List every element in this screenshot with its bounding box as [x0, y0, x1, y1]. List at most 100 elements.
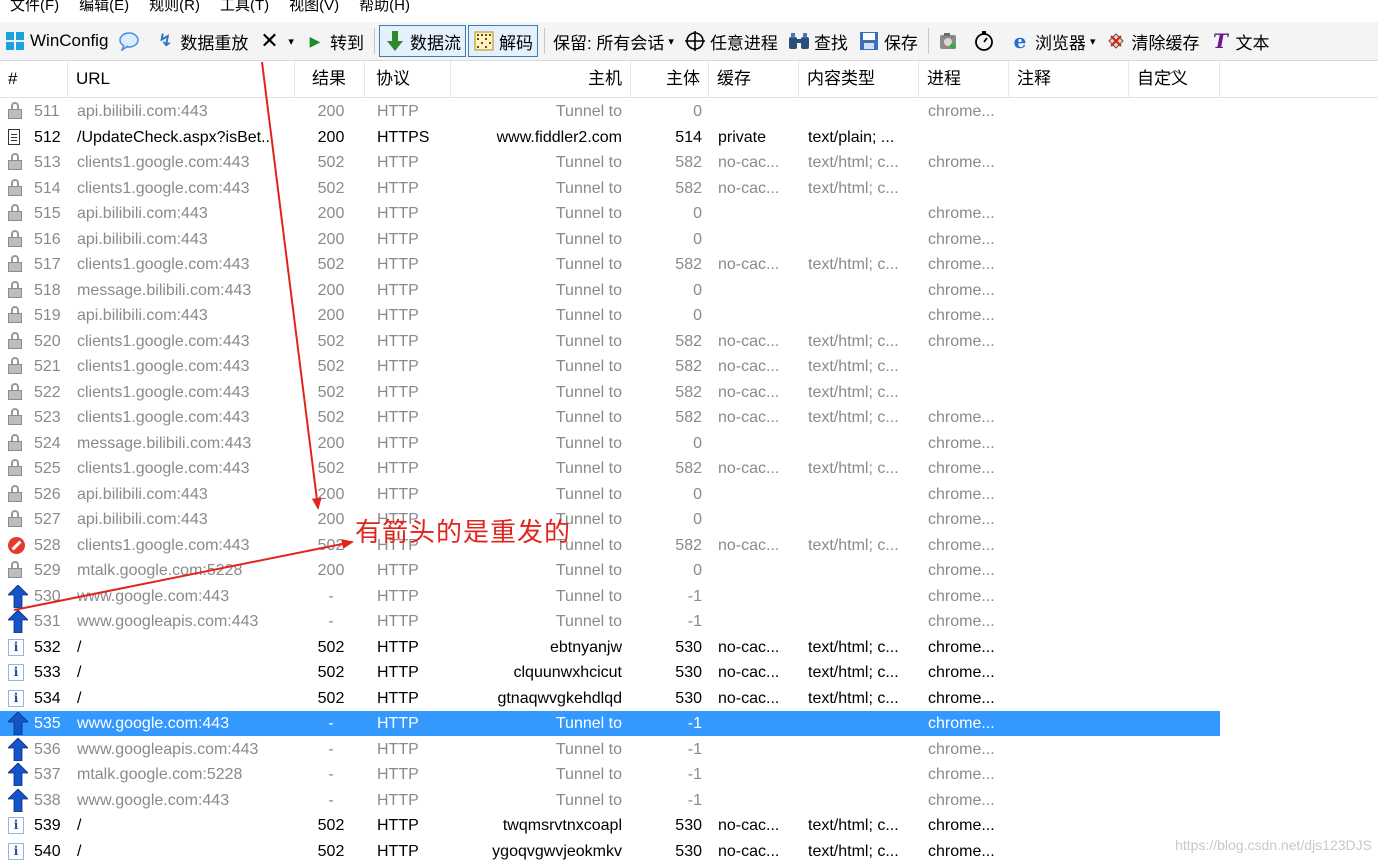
row-caching [718, 227, 802, 252]
table-row[interactable]: i 540 / 502 HTTP ygoqvgwvjeokmkv 530 no-cac... t… [0, 839, 1220, 861]
column-content-type[interactable]: 内容类型 [799, 61, 919, 97]
table-row[interactable]: 530 www.google.com:443 - HTTP Tunnel to -1 chr… [0, 583, 1220, 609]
menu-help[interactable]: 帮助(H) [349, 0, 420, 14]
row-result: 502 [317, 638, 345, 656]
menu-tools[interactable]: 工具(T) [210, 0, 279, 14]
row-caching [718, 99, 802, 124]
table-row[interactable]: 515 api.bilibili.com:443 200 HTTP Tunnel to 0… [0, 201, 1220, 226]
table-row[interactable]: 523 clients1.google.com:443 502 HTTP Tunnel … [0, 405, 1220, 430]
text-wizard-button[interactable]: T 文本 [1205, 25, 1273, 57]
row-number: 524 [34, 434, 61, 452]
table-row[interactable]: 520 clients1.google.com:443 502 HTTP Tunnel … [0, 329, 1220, 354]
row-host: Tunnel to [555, 613, 622, 630]
menu-file[interactable]: 文件(F) [0, 0, 69, 14]
clear-cache-button[interactable]: 清除缓存 [1101, 25, 1203, 57]
up-arrow-icon [8, 762, 30, 787]
row-caching: no-cac... [718, 817, 780, 834]
row-host: www.fiddler2.com [496, 128, 622, 146]
table-row[interactable]: 535 www.google.com:443 - HTTP Tunnel to -1 chr… [0, 711, 1220, 736]
remove-button[interactable]: ✕ ▾ [254, 25, 298, 57]
row-url: www.google.com:443 [77, 715, 230, 732]
replay-button[interactable]: ↯ 数据重放 [150, 25, 252, 57]
table-row[interactable]: 512/UpdateCheck.aspx?isBet... 200 HTTPS www… [0, 125, 1220, 150]
screenshot-button[interactable] [933, 25, 967, 57]
column-url[interactable]: URL [68, 61, 295, 97]
column-caching[interactable]: 缓存 [709, 61, 799, 97]
row-number: 513 [34, 154, 61, 171]
table-row[interactable]: 518 message.bilibili.com:443 200 HTTP Tunnel… [0, 278, 1220, 303]
table-row[interactable]: 526 api.bilibili.com:443 200 HTTP Tunnel to 0… [0, 482, 1220, 507]
table-row[interactable]: 519 api.bilibili.com:443 200 HTTP Tunnel to 0… [0, 303, 1220, 328]
table-row[interactable]: 513 clients1.google.com:443 502 HTTP Tunnel … [0, 150, 1220, 175]
row-content-type: text/html; c... [808, 179, 899, 197]
row-body-size: 530 [675, 842, 702, 860]
row-content-type: text/html; c... [808, 460, 899, 477]
find-button[interactable]: 查找 [784, 25, 852, 57]
table-row[interactable]: 536 www.googleapis.com:443 - HTTP Tunnel to -… [0, 736, 1220, 762]
table-row[interactable]: 525 clients1.google.com:443 502 HTTP Tunnel … [0, 456, 1220, 481]
keep-sessions-dropdown[interactable]: 保留: 所有会话 ▾ [549, 25, 678, 57]
row-caching [718, 737, 802, 762]
column-protocol[interactable]: 协议 [365, 61, 451, 97]
table-row[interactable]: 538 www.google.com:443 - HTTP Tunnel to -1 chr… [0, 787, 1220, 813]
menu-rules[interactable]: 规则(R) [139, 0, 210, 14]
table-row[interactable]: 521 clients1.google.com:443 502 HTTP Tunnel … [0, 354, 1220, 379]
table-row[interactable]: i 539 / 502 HTTP twqmsrvtnxcoapl 530 no-cac... t… [0, 813, 1220, 838]
table-row[interactable]: i 532 / 502 HTTP ebtnyanjw 530 no-cac... text/ht… [0, 635, 1220, 660]
row-number: 525 [34, 460, 61, 477]
table-row[interactable]: 529 mtalk.google.com:5228 200 HTTP Tunnel to… [0, 558, 1220, 583]
table-row[interactable]: i 534 / 502 HTTP gtnaqwvgkehdlqd 530 no-cac... t… [0, 686, 1220, 711]
goto-button[interactable]: ▶ 转到 [300, 25, 368, 57]
column-process[interactable]: 进程 [919, 61, 1009, 97]
replay-label: 数据重放 [180, 33, 249, 53]
row-process: chrome... [928, 638, 995, 656]
row-protocol: HTTP [377, 460, 419, 477]
table-row[interactable]: 522 clients1.google.com:443 502 HTTP Tunnel … [0, 380, 1220, 405]
row-number: 521 [34, 358, 61, 375]
row-url: mtalk.google.com:5228 [77, 766, 243, 783]
find-label: 查找 [813, 33, 848, 53]
table-row[interactable]: 511 api.bilibili.com:443 200 HTTP Tunnel to 0… [0, 99, 1220, 124]
table-row[interactable]: 527 api.bilibili.com:443 200 HTTP Tunnel to 0… [0, 507, 1220, 532]
row-caching: no-cac... [718, 842, 780, 860]
column-number[interactable]: # [0, 61, 68, 97]
column-body[interactable]: 主体 [631, 61, 709, 97]
any-process-button[interactable]: 任意进程 [680, 25, 782, 57]
menu-view[interactable]: 视图(V) [279, 0, 349, 14]
table-row[interactable]: 531 www.googleapis.com:443 - HTTP Tunnel to -… [0, 609, 1220, 634]
table-row[interactable]: 514 clients1.google.com:443 502 HTTP Tunnel … [0, 176, 1220, 201]
table-row[interactable]: 517 clients1.google.com:443 502 HTTP Tunnel … [0, 252, 1220, 277]
menu-edit[interactable]: 编辑(E) [69, 0, 139, 14]
row-result: 502 [317, 358, 345, 375]
browser-dropdown[interactable]: e 浏览器 ▾ [1005, 25, 1100, 57]
timer-button[interactable] [969, 25, 1003, 57]
column-result[interactable]: 结果 [295, 61, 365, 97]
row-host: Tunnel to [555, 281, 622, 299]
winconfig-button[interactable]: WinConfig [0, 25, 112, 57]
decode-button[interactable]: 解码 [467, 25, 538, 57]
row-host: Tunnel to [555, 485, 622, 503]
save-button[interactable]: 保存 [854, 25, 922, 57]
stream-button[interactable]: 数据流 [378, 25, 466, 57]
row-result: - [328, 791, 334, 809]
table-row[interactable]: 528 clients1.google.com:443 502 HTTP Tunnel … [0, 533, 1220, 558]
goto-label: 转到 [329, 33, 364, 53]
info-icon: i [8, 839, 30, 861]
scroll-up-icon[interactable]: ︿ [1168, 59, 1182, 79]
row-protocol: HTTP [377, 766, 419, 783]
row-number: 522 [34, 383, 61, 401]
table-row[interactable]: i 533 / 502 HTTP clquunwxhcicut 530 no-cac... te… [0, 660, 1220, 685]
info-icon: i [8, 686, 30, 711]
up-arrow-icon [8, 609, 30, 634]
table-row[interactable]: 516 api.bilibili.com:443 200 HTTP Tunnel to 0… [0, 227, 1220, 252]
comment-button[interactable] [114, 25, 148, 57]
row-number: 540 [34, 842, 61, 860]
row-process: chrome... [928, 511, 995, 528]
table-row[interactable]: 537 mtalk.google.com:5228 - HTTP Tunnel to -1… [0, 762, 1220, 787]
table-row[interactable]: 524 message.bilibili.com:443 200 HTTP Tunnel… [0, 431, 1220, 456]
row-number: 515 [34, 205, 61, 222]
column-comments[interactable]: 注释 [1009, 61, 1129, 97]
row-process: chrome... [928, 205, 995, 222]
row-caching: no-cac... [718, 256, 780, 273]
column-host[interactable]: 主机 [451, 61, 631, 97]
